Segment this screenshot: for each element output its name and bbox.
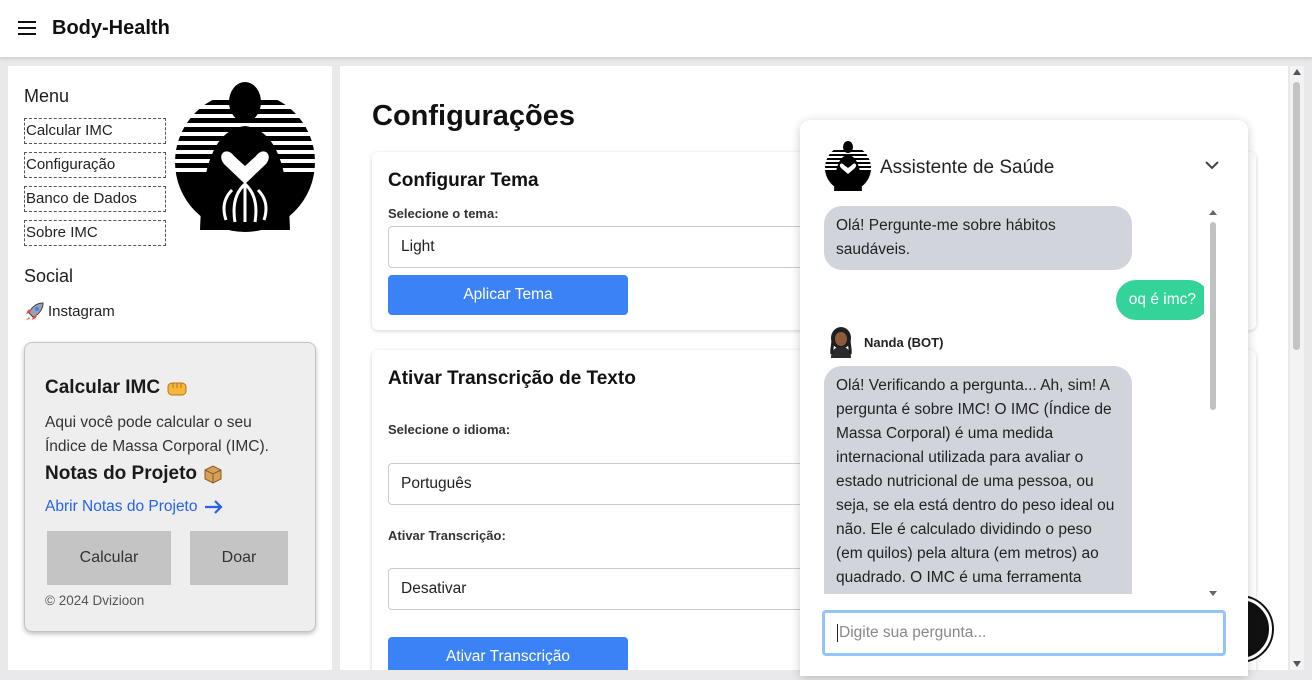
menu-item-configuracao[interactable]: Configuração (24, 152, 166, 178)
chat-scrollbar[interactable] (1208, 210, 1218, 596)
top-bar: Body-Health (0, 0, 1312, 58)
sidebar: Menu Calcular IMC Configuração Banco de … (8, 66, 332, 670)
imc-card-description: Aqui você pode calcular o seu Índice de … (45, 414, 269, 455)
page-scrollbar-thumb[interactable] (1293, 82, 1300, 350)
open-notes-label: Abrir Notas do Projeto (45, 498, 198, 515)
notes-title: Notas do Projeto (45, 463, 198, 484)
arrow-right-icon (204, 500, 223, 514)
social-title: Social (24, 266, 74, 286)
chat-panel: Assistente de Saúde Olá! Pergunte-me sob… (800, 120, 1248, 676)
page-title: Configurações (372, 100, 576, 132)
calculate-button[interactable]: Calcular (47, 531, 171, 585)
open-notes-link[interactable]: Abrir Notas do Projeto (45, 498, 224, 516)
menu-title: Menu (24, 86, 70, 106)
imc-card-title: Calcular IMC (45, 377, 161, 398)
donate-button[interactable]: Doar (190, 531, 288, 585)
apply-theme-button[interactable]: Aplicar Tema (388, 275, 628, 315)
chat-scrollbar-thumb[interactable] (1210, 222, 1216, 410)
instagram-link[interactable]: Instagram (24, 300, 115, 322)
scroll-down-arrow-icon[interactable] (1293, 661, 1301, 667)
chat-question-input[interactable]: Digite sua pergunta... (822, 610, 1226, 656)
chat-messages: Olá! Pergunte-me sobre hábitos saudáveis… (800, 206, 1204, 594)
language-label: Selecione o idioma: (388, 422, 511, 437)
text-caret (837, 623, 838, 642)
bot-message: Olá! Pergunte-me sobre hábitos saudáveis… (824, 206, 1132, 270)
theme-card-title: Configurar Tema (388, 170, 539, 191)
enable-transcription-button[interactable]: Ativar Transcrição (388, 637, 628, 670)
fist-icon (167, 382, 187, 396)
hamburger-menu-icon[interactable] (18, 21, 38, 37)
assistant-avatar (825, 141, 871, 191)
body-health-logo (175, 82, 315, 232)
chat-title: Assistente de Saúde (880, 157, 1055, 178)
transcription-card-title: Ativar Transcrição de Texto (388, 368, 636, 389)
bot-message: Olá! Verificando a pergunta... Ah, sim! … (824, 366, 1132, 594)
imc-card-title-row: Calcular IMC (45, 377, 188, 399)
notes-title-row: Notas do Projeto (45, 463, 223, 485)
theme-label: Selecione o tema: (388, 206, 499, 221)
chat-input-placeholder: Digite sua pergunta... (839, 624, 987, 641)
chevron-down-icon[interactable] (1204, 158, 1220, 172)
scroll-up-arrow-icon[interactable] (1293, 69, 1301, 75)
bot-header: Nanda (BOT) (828, 326, 943, 358)
menu-item-banco-de-dados[interactable]: Banco de Dados (24, 186, 166, 212)
page-scrollbar[interactable] (1290, 66, 1304, 670)
bot-avatar (830, 327, 852, 358)
user-message: oq é imc? (1115, 280, 1204, 320)
app-title: Body-Health (52, 17, 170, 39)
instagram-label: Instagram (48, 302, 115, 320)
rocket-icon (26, 302, 44, 320)
menu-item-calcular-imc[interactable]: Calcular IMC (24, 118, 166, 144)
box-icon (204, 465, 222, 484)
bot-name: Nanda (BOT) (864, 334, 944, 350)
menu-item-sobre-imc[interactable]: Sobre IMC (24, 220, 166, 246)
chat-scroll-up-icon[interactable] (1209, 210, 1217, 215)
menu-list: Calcular IMC Configuração Banco de Dados… (24, 118, 166, 254)
chat-scroll-down-icon[interactable] (1209, 591, 1217, 596)
transcription-toggle-label: Ativar Transcrição: (388, 528, 506, 543)
copyright: © 2024 Dvizioon (45, 593, 145, 608)
imc-card: Calcular IMC Aqui você pode calcular o s… (24, 342, 316, 632)
